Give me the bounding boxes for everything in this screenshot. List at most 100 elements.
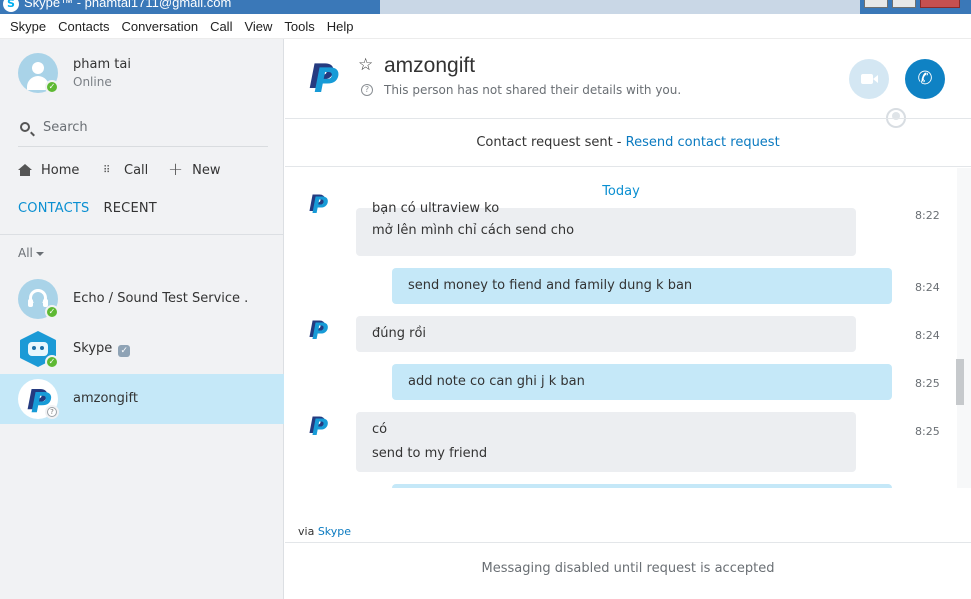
chevron-down-icon [35, 251, 44, 256]
new-label: New [192, 162, 221, 178]
voice-call-button[interactable]: ✆ [905, 59, 945, 99]
menu-skype[interactable]: Skype [4, 19, 52, 34]
window-title: Skype™ - phamtai1711@gmail.com [24, 0, 232, 10]
chat-contact-name: amzongift [384, 54, 476, 77]
video-call-button[interactable] [849, 59, 889, 99]
online-status-icon: ✓ [45, 355, 59, 369]
avatar-head-shape [32, 62, 44, 74]
call-nav-button[interactable]: ⠿ Call [103, 159, 148, 181]
title-bar-background [380, 0, 860, 14]
paypal-logo-icon: PP [309, 57, 339, 101]
via-label: via Skype [298, 525, 351, 538]
close-window-button[interactable] [920, 0, 960, 8]
message-bubble-partial[interactable] [392, 484, 892, 488]
composer-divider [285, 542, 971, 543]
tabs-divider [0, 234, 284, 235]
call-label: Call [124, 162, 149, 178]
menu-conversation[interactable]: Conversation [115, 19, 204, 34]
info-icon: ? [361, 84, 373, 96]
menu-view[interactable]: View [238, 19, 278, 34]
message-line: đúng rồi [372, 326, 427, 341]
video-camera-icon [861, 74, 878, 84]
menu-contacts[interactable]: Contacts [52, 19, 115, 34]
message-line: send money to fiend and family dung k ba… [408, 278, 693, 293]
contact-filter-dropdown[interactable]: All [18, 246, 44, 260]
filter-label: All [18, 246, 33, 260]
dialpad-icon: ⠿ [103, 164, 110, 176]
online-status-icon: ✓ [45, 80, 59, 94]
messaging-disabled-notice: Messaging disabled until request is acce… [481, 561, 775, 576]
scrollbar-thumb[interactable] [956, 359, 964, 405]
contact-name: Skype ✓ [73, 341, 131, 357]
contact-item-skype[interactable]: ✓ Skype ✓ [0, 324, 284, 374]
minimize-button[interactable] [864, 0, 888, 8]
home-icon [18, 164, 32, 176]
contact-item-amzongift[interactable]: PP ? amzongift [0, 374, 284, 424]
bot-eye-left [32, 346, 36, 350]
message-bubble[interactable]: đúng rồi [356, 316, 856, 352]
phone-icon: ✆ [917, 68, 933, 89]
search-box[interactable]: Search [18, 117, 268, 147]
resend-request-link[interactable]: Resend contact request [626, 135, 780, 150]
unknown-status-icon: ? [45, 405, 59, 419]
maximize-button[interactable] [892, 0, 916, 8]
message-list[interactable]: Today PP bạn có ultraview ko mở lên mình… [285, 168, 957, 488]
via-prefix: via [298, 525, 318, 538]
my-profile[interactable]: ✓ pham tai Online [18, 53, 268, 97]
sidebar: ✓ pham tai Online Search Home ⠿ Call + N… [0, 39, 284, 599]
request-sent-text: Contact request sent - [476, 135, 626, 150]
chat-contact-subtitle: This person has not shared their details… [384, 83, 682, 97]
menu-help[interactable]: Help [321, 19, 360, 34]
message-line: add note co can ghi j k ban [408, 374, 585, 389]
home-label: Home [41, 162, 80, 178]
home-button[interactable]: Home [18, 159, 79, 181]
message-timestamp: 8:24 [915, 329, 940, 342]
message-bubble[interactable]: add note co can ghi j k ban [392, 364, 892, 400]
new-button[interactable]: + New [168, 159, 220, 181]
tab-contacts[interactable]: CONTACTS [18, 201, 90, 221]
message-line: có [372, 422, 388, 437]
message-timestamp: 8:22 [915, 209, 940, 222]
profile-status[interactable]: Online [73, 75, 112, 89]
online-status-icon: ✓ [45, 305, 59, 319]
search-icon [20, 122, 30, 132]
sender-avatar: PP [309, 414, 329, 441]
chat-header: PP ☆ amzongift ? This person has not sha… [285, 39, 971, 128]
profile-name: pham tai [73, 57, 131, 72]
bot-eye-right [40, 346, 44, 350]
favorite-star-icon[interactable]: ☆ [358, 55, 373, 75]
window-title-bar: S Skype™ - phamtai1711@gmail.com [0, 0, 971, 14]
contact-name: Echo / Sound Test Service . [73, 291, 249, 306]
contact-item-echo[interactable]: ✓ Echo / Sound Test Service . [0, 274, 284, 324]
day-separator: Today [602, 184, 640, 199]
message-line: bạn có ultraview ko [372, 201, 500, 216]
sender-avatar: PP [309, 318, 329, 345]
sender-avatar: PP [309, 192, 329, 219]
tab-recent[interactable]: RECENT [104, 201, 157, 221]
message-scrollbar[interactable] [957, 168, 971, 488]
bot-face-shape [28, 342, 48, 356]
search-label: Search [43, 120, 88, 135]
message-line: mở lên mình chỉ cách send cho [372, 223, 575, 238]
contact-tabs: CONTACTS RECENT [18, 201, 171, 221]
plus-icon: + [168, 159, 184, 180]
menu-bar: Skype Contacts Conversation Call View To… [0, 14, 971, 39]
message-timestamp: 8:24 [915, 281, 940, 294]
message-bubble[interactable]: send money to fiend and family dung k ba… [392, 268, 892, 304]
contact-name-text: Skype [73, 341, 113, 356]
message-line: send to my friend [372, 446, 488, 461]
via-skype-link[interactable]: Skype [318, 525, 351, 538]
message-bubble[interactable]: có send to my friend [356, 412, 856, 472]
contact-request-banner: Contact request sent - Resend contact re… [285, 119, 971, 167]
menu-call[interactable]: Call [204, 19, 238, 34]
message-timestamp: 8:25 [915, 425, 940, 438]
message-timestamp: 8:25 [915, 377, 940, 390]
sidebar-nav: Home ⠿ Call + New [18, 159, 268, 181]
menu-tools[interactable]: Tools [278, 19, 320, 34]
headset-ear-left [28, 299, 33, 307]
message-bubble[interactable]: bạn có ultraview ko mở lên mình chỉ cách… [356, 201, 856, 256]
verified-badge-icon: ✓ [118, 345, 131, 357]
skype-logo-icon: S [3, 0, 19, 12]
conversation-panel: PP ☆ amzongift ? This person has not sha… [285, 39, 971, 599]
contact-name: amzongift [73, 391, 138, 406]
